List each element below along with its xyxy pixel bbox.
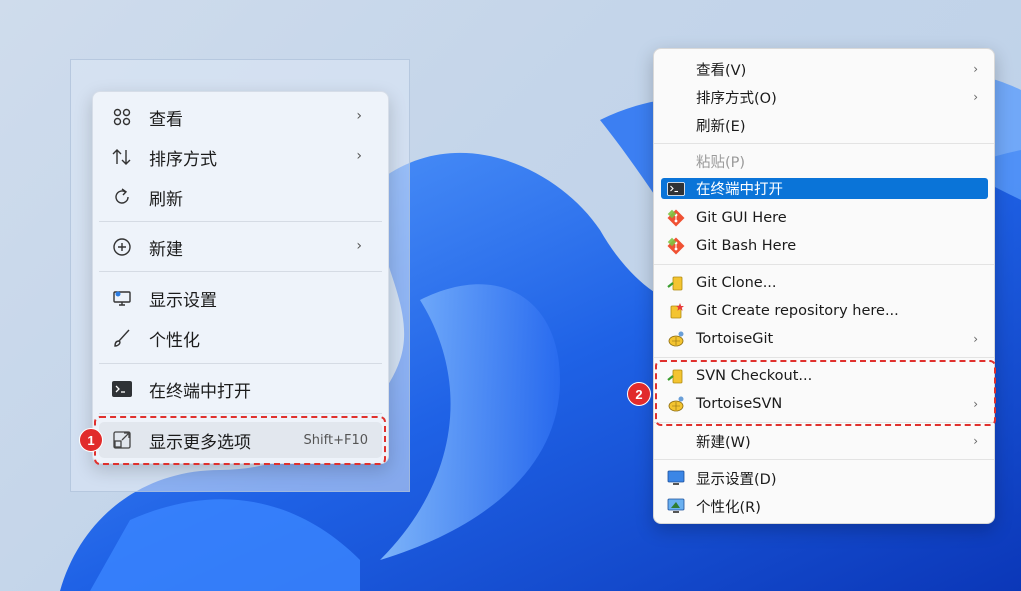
menu-item-label: TortoiseGit bbox=[696, 331, 774, 347]
menu-item-label: 在终端中打开 bbox=[149, 381, 251, 402]
display-settings-icon bbox=[111, 287, 133, 309]
menu-item-display-settings[interactable]: 显示设置 bbox=[99, 280, 382, 316]
view-grid-icon bbox=[111, 106, 133, 128]
menu-separator bbox=[99, 363, 382, 364]
menu-item-paste-p[interactable]: 粘贴(P) bbox=[661, 150, 988, 172]
menu-item-new[interactable]: 新建 › bbox=[99, 229, 382, 265]
menu-item-sort[interactable]: 排序方式 › bbox=[99, 139, 382, 175]
menu-item-git-bash[interactable]: Git Bash Here bbox=[661, 235, 988, 257]
menu-item-label: 排序方式(O) bbox=[696, 90, 777, 107]
menu-item-label: 查看(V) bbox=[696, 62, 747, 79]
menu-separator bbox=[654, 459, 994, 460]
menu-separator bbox=[654, 357, 994, 358]
menu-item-label: 查看 bbox=[149, 109, 183, 130]
step-badge-2: 2 bbox=[627, 382, 651, 406]
menu-item-display-settings-d[interactable]: 显示设置(D) bbox=[661, 467, 988, 489]
tortoise-git-icon bbox=[667, 330, 685, 348]
display-icon bbox=[667, 469, 685, 487]
menu-item-sort-o[interactable]: 排序方式(O) › bbox=[661, 86, 988, 108]
chevron-right-icon: › bbox=[973, 332, 978, 346]
menu-item-label: Git Bash Here bbox=[696, 238, 797, 254]
menu-item-label: 排序方式 bbox=[149, 149, 217, 170]
menu-item-label: 在终端中打开 bbox=[696, 182, 783, 198]
menu-item-git-clone[interactable]: Git Clone... bbox=[661, 272, 988, 294]
menu-item-label: Git Clone... bbox=[696, 275, 777, 291]
classic-context-menu: 查看(V) › 排序方式(O) › 刷新(E) 粘贴(P) 在终端中打开 Git… bbox=[653, 48, 995, 524]
menu-item-label: 新建(W) bbox=[696, 434, 751, 451]
menu-item-label: 显示设置 bbox=[149, 290, 217, 311]
menu-separator bbox=[99, 271, 382, 272]
menu-item-label: Git GUI Here bbox=[696, 210, 787, 226]
chevron-right-icon: › bbox=[973, 62, 978, 76]
menu-item-git-create-repo[interactable]: Git Create repository here... bbox=[661, 300, 988, 322]
menu-item-label: 刷新(E) bbox=[696, 118, 746, 135]
menu-item-label: 刷新 bbox=[149, 189, 183, 210]
git-icon bbox=[667, 209, 685, 227]
menu-item-label: 个性化(R) bbox=[696, 499, 761, 516]
terminal-icon bbox=[667, 180, 685, 198]
menu-item-open-terminal[interactable]: 在终端中打开 bbox=[99, 371, 382, 407]
menu-item-label: 个性化 bbox=[149, 330, 200, 351]
chevron-right-icon: › bbox=[356, 238, 362, 254]
personalize-icon bbox=[667, 497, 685, 515]
menu-item-git-gui[interactable]: Git GUI Here bbox=[661, 207, 988, 229]
menu-item-new-w[interactable]: 新建(W) › bbox=[661, 430, 988, 452]
menu-separator bbox=[654, 264, 994, 265]
terminal-icon bbox=[111, 378, 133, 400]
menu-item-open-terminal[interactable]: 在终端中打开 bbox=[661, 178, 988, 199]
chevron-right-icon: › bbox=[356, 148, 362, 164]
new-plus-icon bbox=[111, 236, 133, 258]
brush-icon bbox=[111, 327, 133, 349]
win11-context-menu: 查看 › 排序方式 › 刷新 新建 › 显示设置 个性化 在终端中打开 显示更多… bbox=[92, 91, 389, 464]
git-clone-icon bbox=[667, 274, 685, 292]
chevron-right-icon: › bbox=[356, 108, 362, 124]
chevron-right-icon: › bbox=[973, 434, 978, 448]
sort-icon bbox=[111, 146, 133, 168]
menu-item-refresh-e[interactable]: 刷新(E) bbox=[661, 114, 988, 136]
highlight-box-2 bbox=[655, 360, 996, 426]
menu-item-view-v[interactable]: 查看(V) › bbox=[661, 58, 988, 80]
menu-item-tortoisegit[interactable]: TortoiseGit › bbox=[661, 328, 988, 350]
refresh-icon bbox=[111, 186, 133, 208]
chevron-right-icon: › bbox=[973, 90, 978, 104]
menu-item-refresh[interactable]: 刷新 bbox=[99, 179, 382, 215]
menu-item-personalize-r[interactable]: 个性化(R) bbox=[661, 495, 988, 517]
menu-item-view[interactable]: 查看 › bbox=[99, 99, 382, 135]
menu-item-label: Git Create repository here... bbox=[696, 303, 899, 319]
menu-item-label: 显示设置(D) bbox=[696, 471, 777, 488]
git-create-icon bbox=[667, 302, 685, 320]
menu-separator bbox=[99, 413, 382, 414]
highlight-box-1 bbox=[94, 416, 386, 465]
git-icon bbox=[667, 237, 685, 255]
menu-separator bbox=[654, 143, 994, 144]
menu-item-label: 新建 bbox=[149, 239, 183, 260]
menu-item-label: 粘贴(P) bbox=[696, 154, 746, 171]
menu-item-personalize[interactable]: 个性化 bbox=[99, 320, 382, 356]
menu-separator bbox=[99, 221, 382, 222]
step-badge-1: 1 bbox=[79, 428, 103, 452]
